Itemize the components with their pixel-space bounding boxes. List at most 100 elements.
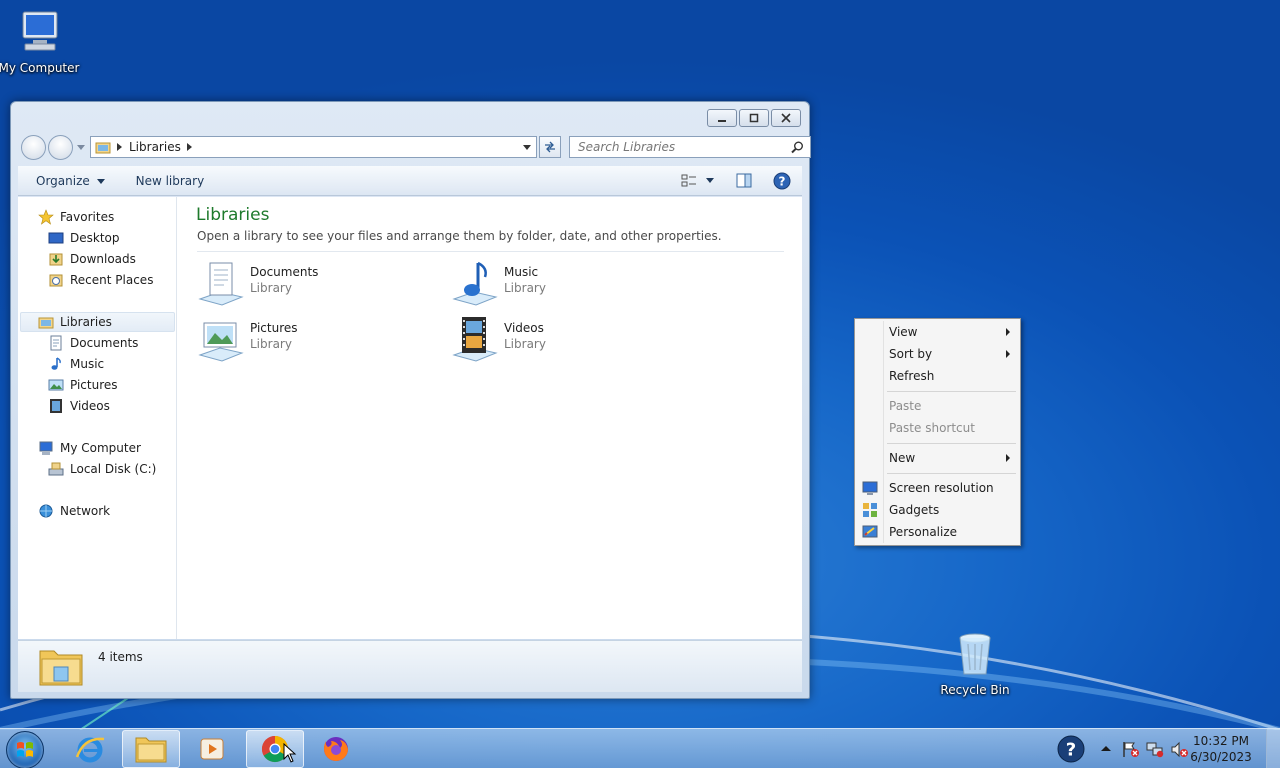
- mouse-cursor-icon: [283, 743, 297, 763]
- taskbar-chrome[interactable]: [246, 730, 304, 768]
- recycle-bin-icon: [959, 633, 991, 675]
- address-dropdown-icon[interactable]: [523, 145, 531, 151]
- maximize-button[interactable]: [739, 109, 769, 127]
- help-icon[interactable]: ?: [1056, 734, 1086, 764]
- folder-icon: [135, 737, 167, 763]
- nav-label: My Computer: [60, 441, 141, 455]
- action-center-icon[interactable]: [1122, 741, 1140, 758]
- start-button[interactable]: [6, 731, 44, 768]
- nav-label: Desktop: [70, 231, 120, 245]
- refresh-icon: [545, 141, 555, 153]
- pictures-library-icon: [198, 322, 244, 362]
- videos-library-icon: [452, 317, 498, 362]
- menu-item-new[interactable]: New: [857, 447, 1018, 469]
- taskbar-firefox[interactable]: [307, 730, 365, 768]
- pictures-icon: [48, 379, 64, 391]
- menu-item-gadgets[interactable]: Gadgets: [857, 499, 1018, 521]
- menu-label: Sort by: [889, 347, 933, 361]
- documents-library-icon: [198, 262, 244, 306]
- taskbar-media-player[interactable]: [183, 730, 241, 768]
- library-documents[interactable]: Documents Library: [196, 259, 318, 309]
- nav-local-disk[interactable]: Local Disk (C:): [48, 459, 156, 479]
- nav-libraries[interactable]: Libraries: [20, 312, 175, 332]
- nav-downloads[interactable]: Downloads: [48, 249, 136, 269]
- menu-item-paste-shortcut[interactable]: Paste shortcut: [857, 417, 1018, 439]
- menu-item-sort-by[interactable]: Sort by: [857, 343, 1018, 365]
- library-name: Videos: [504, 321, 544, 335]
- page-description: Open a library to see your files and arr…: [197, 229, 722, 243]
- library-type: Library: [250, 337, 292, 351]
- taskbar-windows-explorer[interactable]: [122, 730, 180, 768]
- breadcrumb-arrow-icon[interactable]: [186, 143, 193, 151]
- minimize-button[interactable]: [707, 109, 737, 127]
- nav-desktop[interactable]: Desktop: [48, 228, 120, 248]
- menu-item-screen-resolution[interactable]: Screen resolution: [857, 477, 1018, 499]
- system-clock[interactable]: 10:32 PM 6/30/2023: [1186, 733, 1256, 765]
- nav-pictures[interactable]: Pictures: [48, 375, 118, 395]
- organize-label: Organize: [36, 173, 90, 188]
- nav-videos[interactable]: Videos: [48, 396, 110, 416]
- preview-pane-icon[interactable]: [736, 173, 752, 188]
- menu-item-refresh[interactable]: Refresh: [857, 365, 1018, 387]
- nav-my-computer[interactable]: My Computer: [38, 438, 141, 458]
- personalize-icon: [862, 525, 878, 538]
- nav-music[interactable]: Music: [48, 354, 104, 374]
- search-placeholder: Search Libraries: [578, 140, 676, 154]
- desktop-icon-recycle-bin[interactable]: Recycle Bin: [932, 630, 1018, 697]
- music-icon: [51, 357, 61, 370]
- address-bar[interactable]: Libraries: [90, 136, 537, 158]
- library-name: Music: [504, 265, 539, 279]
- navigation-bar: Libraries Search Libraries: [19, 134, 811, 162]
- libraries-folder-icon: [39, 650, 83, 686]
- show-hidden-icons-icon[interactable]: [1101, 745, 1111, 752]
- libraries-view: Libraries Open a library to see your fil…: [178, 197, 802, 639]
- refresh-button[interactable]: [539, 136, 561, 158]
- back-button[interactable]: [21, 135, 46, 160]
- search-input[interactable]: Search Libraries: [569, 136, 811, 158]
- show-desktop-button[interactable]: [1266, 729, 1280, 768]
- videos-icon: [50, 399, 62, 413]
- library-pictures[interactable]: Pictures Library: [196, 315, 298, 365]
- explorer-window: Libraries Search Libraries Organize New …: [10, 101, 811, 699]
- new-library-button[interactable]: New library: [116, 174, 216, 188]
- nav-recent-places[interactable]: Recent Places: [48, 270, 153, 290]
- nav-favorites[interactable]: Favorites: [38, 207, 114, 227]
- computer-icon: [39, 441, 53, 455]
- gadgets-icon: [863, 503, 877, 517]
- menu-item-view[interactable]: View: [857, 321, 1018, 343]
- submenu-arrow-icon: [1006, 454, 1010, 462]
- menu-item-paste[interactable]: Paste: [857, 395, 1018, 417]
- menu-label: View: [889, 325, 918, 339]
- close-button[interactable]: [771, 109, 801, 127]
- recent-pages-chevron-icon[interactable]: [77, 145, 85, 151]
- menu-item-personalize[interactable]: Personalize: [857, 521, 1018, 543]
- menu-label: Personalize: [889, 525, 958, 539]
- view-options-chevron-icon[interactable]: [706, 178, 714, 184]
- search-icon: [791, 141, 803, 154]
- library-music[interactable]: Music Library: [450, 259, 546, 309]
- documents-icon: [50, 335, 62, 351]
- clock-date: 6/30/2023: [1190, 750, 1252, 764]
- submenu-arrow-icon: [1006, 350, 1010, 358]
- change-view-icon[interactable]: [681, 174, 697, 188]
- taskbar-internet-explorer[interactable]: [61, 730, 119, 768]
- desktop-icon-my-computer[interactable]: My Computer: [0, 8, 82, 75]
- library-videos[interactable]: Videos Library: [450, 315, 546, 365]
- svg-text:?: ?: [1066, 740, 1076, 761]
- nav-label: Libraries: [60, 315, 112, 329]
- nav-label: Music: [70, 357, 105, 371]
- chevron-down-icon: [96, 178, 105, 184]
- nav-label: Local Disk (C:): [70, 462, 157, 476]
- screen-resolution-icon: [862, 481, 878, 495]
- music-library-icon: [452, 261, 498, 306]
- help-icon[interactable]: ?: [773, 172, 791, 190]
- breadcrumb-libraries[interactable]: Libraries: [129, 140, 181, 154]
- breadcrumb-arrow-icon[interactable]: [117, 143, 123, 151]
- forward-button[interactable]: [48, 135, 73, 160]
- nav-documents[interactable]: Documents: [48, 333, 138, 353]
- organize-menu[interactable]: Organize: [18, 174, 116, 188]
- network-status-icon[interactable]: [1146, 741, 1164, 758]
- nav-label: Pictures: [70, 378, 118, 392]
- nav-network[interactable]: Network: [38, 501, 110, 521]
- menu-separator: [887, 443, 1016, 444]
